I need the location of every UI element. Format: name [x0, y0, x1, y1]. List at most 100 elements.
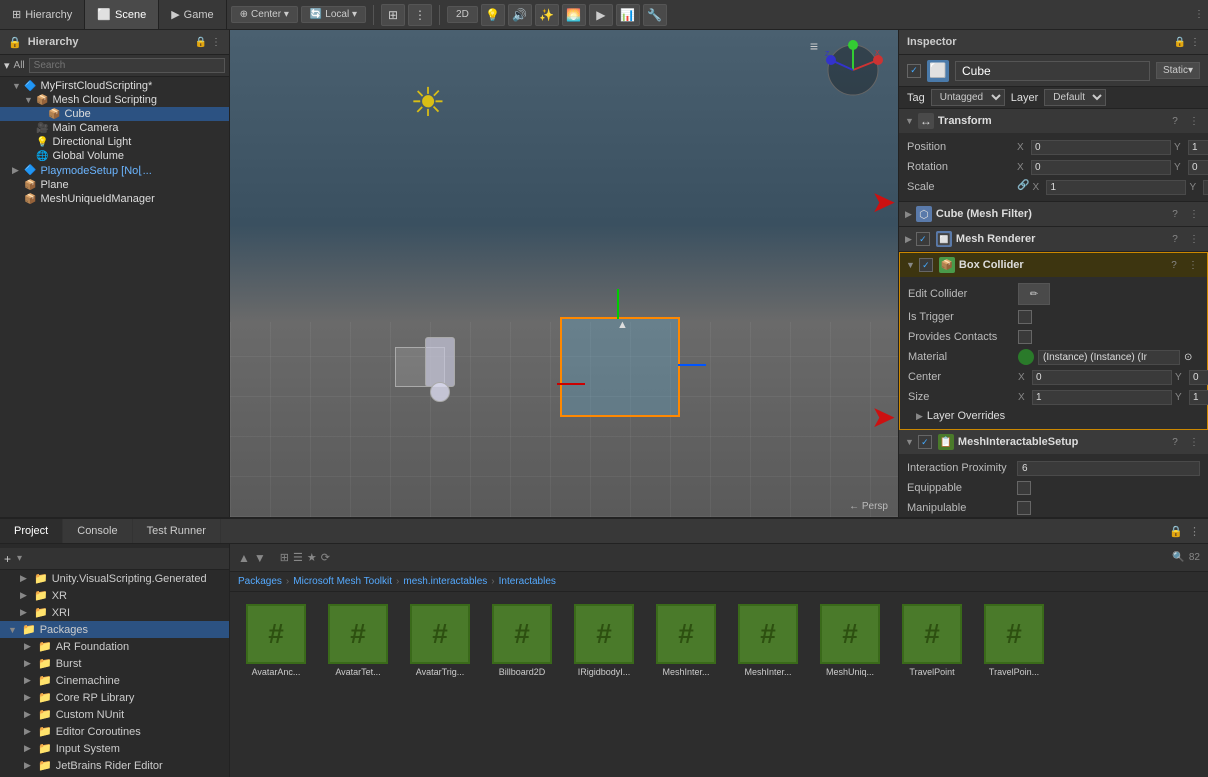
inspector-menu-btn[interactable]: ⋮	[1190, 37, 1200, 48]
scale-x-input[interactable]	[1046, 180, 1186, 195]
hierarchy-search-input[interactable]	[29, 58, 225, 73]
mesh-renderer-help-btn[interactable]: ?	[1167, 234, 1183, 245]
ps-item-xr[interactable]: ▶ 📁 XR	[0, 587, 229, 604]
h-item-maincamera[interactable]: ▶ 🎥 Main Camera	[0, 121, 229, 135]
is-trigger-checkbox[interactable]	[1018, 310, 1032, 324]
sidebar-arrow-btn[interactable]: ▾	[17, 553, 22, 564]
h-item-plane[interactable]: ▶ 📦 Plane	[0, 178, 229, 192]
tab-hierarchy[interactable]: ⊞ Hierarchy	[0, 0, 85, 29]
scroll-down-btn[interactable]: ▼	[254, 551, 266, 565]
ps-item-customnunit[interactable]: ▶ 📁 Custom NUnit	[0, 706, 229, 723]
gizmos-btn[interactable]: 🔧	[643, 4, 667, 26]
hierarchy-add-btn[interactable]: ▾	[4, 59, 10, 72]
project-fav-btn[interactable]: ★	[307, 551, 317, 564]
asset-item-irigidbody[interactable]: # IRigidbodyI...	[566, 600, 642, 769]
snap-btn[interactable]: ⋮	[408, 4, 432, 26]
edit-collider-btn[interactable]: ✏	[1018, 283, 1050, 305]
h-item-globalvol[interactable]: ▶ 🌐 Global Volume	[0, 149, 229, 163]
mesh-filter-header[interactable]: ▶ ⬡ Cube (Mesh Filter) ? ⋮	[899, 202, 1208, 226]
anim-btn[interactable]: ▶	[589, 4, 613, 26]
box-collider-menu-btn[interactable]: ⋮	[1185, 260, 1201, 271]
tab-scene[interactable]: ⬜ Scene	[85, 0, 159, 29]
asset-item-meshuniq[interactable]: # MeshUniq...	[812, 600, 888, 769]
scale-y-input[interactable]	[1203, 180, 1208, 195]
stat-btn[interactable]: 📊	[616, 4, 640, 26]
mesh-renderer-enabled[interactable]	[916, 232, 930, 246]
list-view-btn[interactable]: ☰	[293, 551, 303, 564]
scroll-up-btn[interactable]: ▲	[238, 551, 250, 565]
layer-overrides-row[interactable]: ▶ Layer Overrides	[908, 407, 1199, 425]
mesh-renderer-header[interactable]: ▶ 🔲 Mesh Renderer ? ⋮	[899, 227, 1208, 251]
object-name-field[interactable]	[955, 61, 1150, 81]
center-btn[interactable]: ⊕ Center ▾	[231, 6, 298, 23]
material-input[interactable]	[1038, 350, 1180, 365]
audio-btn[interactable]: 🔊	[508, 4, 532, 26]
rotation-x-input[interactable]	[1031, 160, 1171, 175]
asset-item-billboard[interactable]: # Billboard2D	[484, 600, 560, 769]
ps-item-vsgen[interactable]: ▶ 📁 Unity.VisualScripting.Generated	[0, 570, 229, 587]
rotation-y-input[interactable]	[1188, 160, 1208, 175]
box-collider-enabled[interactable]	[919, 258, 933, 272]
ps-item-xri[interactable]: ▶ 📁 XRI	[0, 604, 229, 621]
bc-meshinteractables[interactable]: mesh.interactables	[403, 576, 487, 587]
center-y-input[interactable]	[1189, 370, 1208, 385]
object-enabled-checkbox[interactable]	[907, 64, 921, 78]
bc-interactables[interactable]: Interactables	[499, 576, 556, 587]
size-x-input[interactable]	[1032, 390, 1172, 405]
material-picker-btn[interactable]: ⊙	[1184, 352, 1192, 363]
ps-item-editorcoroutines[interactable]: ▶ 📁 Editor Coroutines	[0, 723, 229, 740]
box-collider-header[interactable]: ▼ 📦 Box Collider ? ⋮	[900, 253, 1207, 277]
equippable-checkbox[interactable]	[1017, 481, 1031, 495]
tab-project[interactable]: Project	[0, 519, 63, 543]
hierarchy-lock-btn[interactable]: 🔒	[195, 37, 207, 48]
light-btn[interactable]: 💡	[481, 4, 505, 26]
h-item-myfirstcloud[interactable]: ▼ 🔷 MyFirstCloudScripting*	[0, 79, 229, 93]
bottom-menu-btn[interactable]: ⋮	[1189, 525, 1200, 538]
ps-item-inputsystem[interactable]: ▶ 📁 Input System	[0, 740, 229, 757]
ps-item-burst[interactable]: ▶ 📁 Burst	[0, 655, 229, 672]
h-item-meshcloud[interactable]: ▼ 📦 Mesh Cloud Scripting	[0, 93, 229, 107]
bc-mstoolkit[interactable]: Microsoft Mesh Toolkit	[293, 576, 392, 587]
project-refresh-btn[interactable]: ⟳	[321, 551, 330, 564]
mi-menu-btn[interactable]: ⋮	[1186, 437, 1202, 448]
mesh-interactable-header[interactable]: ▼ 📋 MeshInteractableSetup ? ⋮	[899, 430, 1208, 454]
fx-btn[interactable]: ✨	[535, 4, 559, 26]
ps-item-corerp[interactable]: ▶ 📁 Core RP Library	[0, 689, 229, 706]
asset-item-avataranc[interactable]: # AvatarAnc...	[238, 600, 314, 769]
static-button[interactable]: Static ▾	[1156, 62, 1200, 79]
tab-game[interactable]: ▶ Game	[159, 0, 226, 29]
manipulable-checkbox[interactable]	[1017, 501, 1031, 515]
ps-item-arfoundation[interactable]: ▶ 📁 AR Foundation	[0, 638, 229, 655]
asset-item-meshinter2[interactable]: # MeshInter...	[730, 600, 806, 769]
local-btn[interactable]: 🔄 Local ▾	[301, 6, 366, 23]
bc-packages[interactable]: Packages	[238, 576, 282, 587]
h-item-dirlight[interactable]: ▶ 💡 Directional Light	[0, 135, 229, 149]
sidebar-add-btn[interactable]: +	[4, 552, 11, 566]
scene-view[interactable]: ☀ ▲ ➤ ➤	[230, 30, 898, 517]
tab-console[interactable]: Console	[63, 519, 132, 543]
mi-help-btn[interactable]: ?	[1167, 437, 1183, 448]
thumb-view-btn[interactable]: ⊞	[280, 551, 289, 564]
box-collider-help-btn[interactable]: ?	[1166, 260, 1182, 271]
transform-header[interactable]: ▼ ↔ Transform ? ⋮	[899, 109, 1208, 133]
h-item-cube[interactable]: ▶ 📦 Cube	[0, 107, 229, 121]
mesh-filter-help-btn[interactable]: ?	[1167, 209, 1183, 220]
h-item-playmodesetup[interactable]: ▶ 🔷 PlaymodeSetup [No⌊...	[0, 163, 229, 178]
position-y-input[interactable]	[1188, 140, 1208, 155]
hamburger-menu[interactable]: ≡	[810, 38, 818, 54]
transform-menu-btn[interactable]: ⋮	[1186, 116, 1202, 127]
asset-item-travelpoint1[interactable]: # TravelPoint	[894, 600, 970, 769]
layer-dropdown[interactable]: Default	[1044, 89, 1106, 106]
size-y-input[interactable]	[1189, 390, 1208, 405]
grid-btn[interactable]: ⊞	[381, 4, 405, 26]
h-item-meshunique[interactable]: ▶ 📦 MeshUniqueIdManager	[0, 192, 229, 206]
transform-help-btn[interactable]: ?	[1167, 116, 1183, 127]
center-x-input[interactable]	[1032, 370, 1172, 385]
inspector-lock-btn[interactable]: 🔒	[1174, 37, 1186, 48]
asset-item-meshinter1[interactable]: # MeshInter...	[648, 600, 724, 769]
interaction-proximity-input[interactable]	[1017, 461, 1200, 476]
provides-contacts-checkbox[interactable]	[1018, 330, 1032, 344]
mesh-renderer-menu-btn[interactable]: ⋮	[1186, 234, 1202, 245]
sky-btn[interactable]: 🌅	[562, 4, 586, 26]
asset-item-avatartrig[interactable]: # AvatarTrig...	[402, 600, 478, 769]
